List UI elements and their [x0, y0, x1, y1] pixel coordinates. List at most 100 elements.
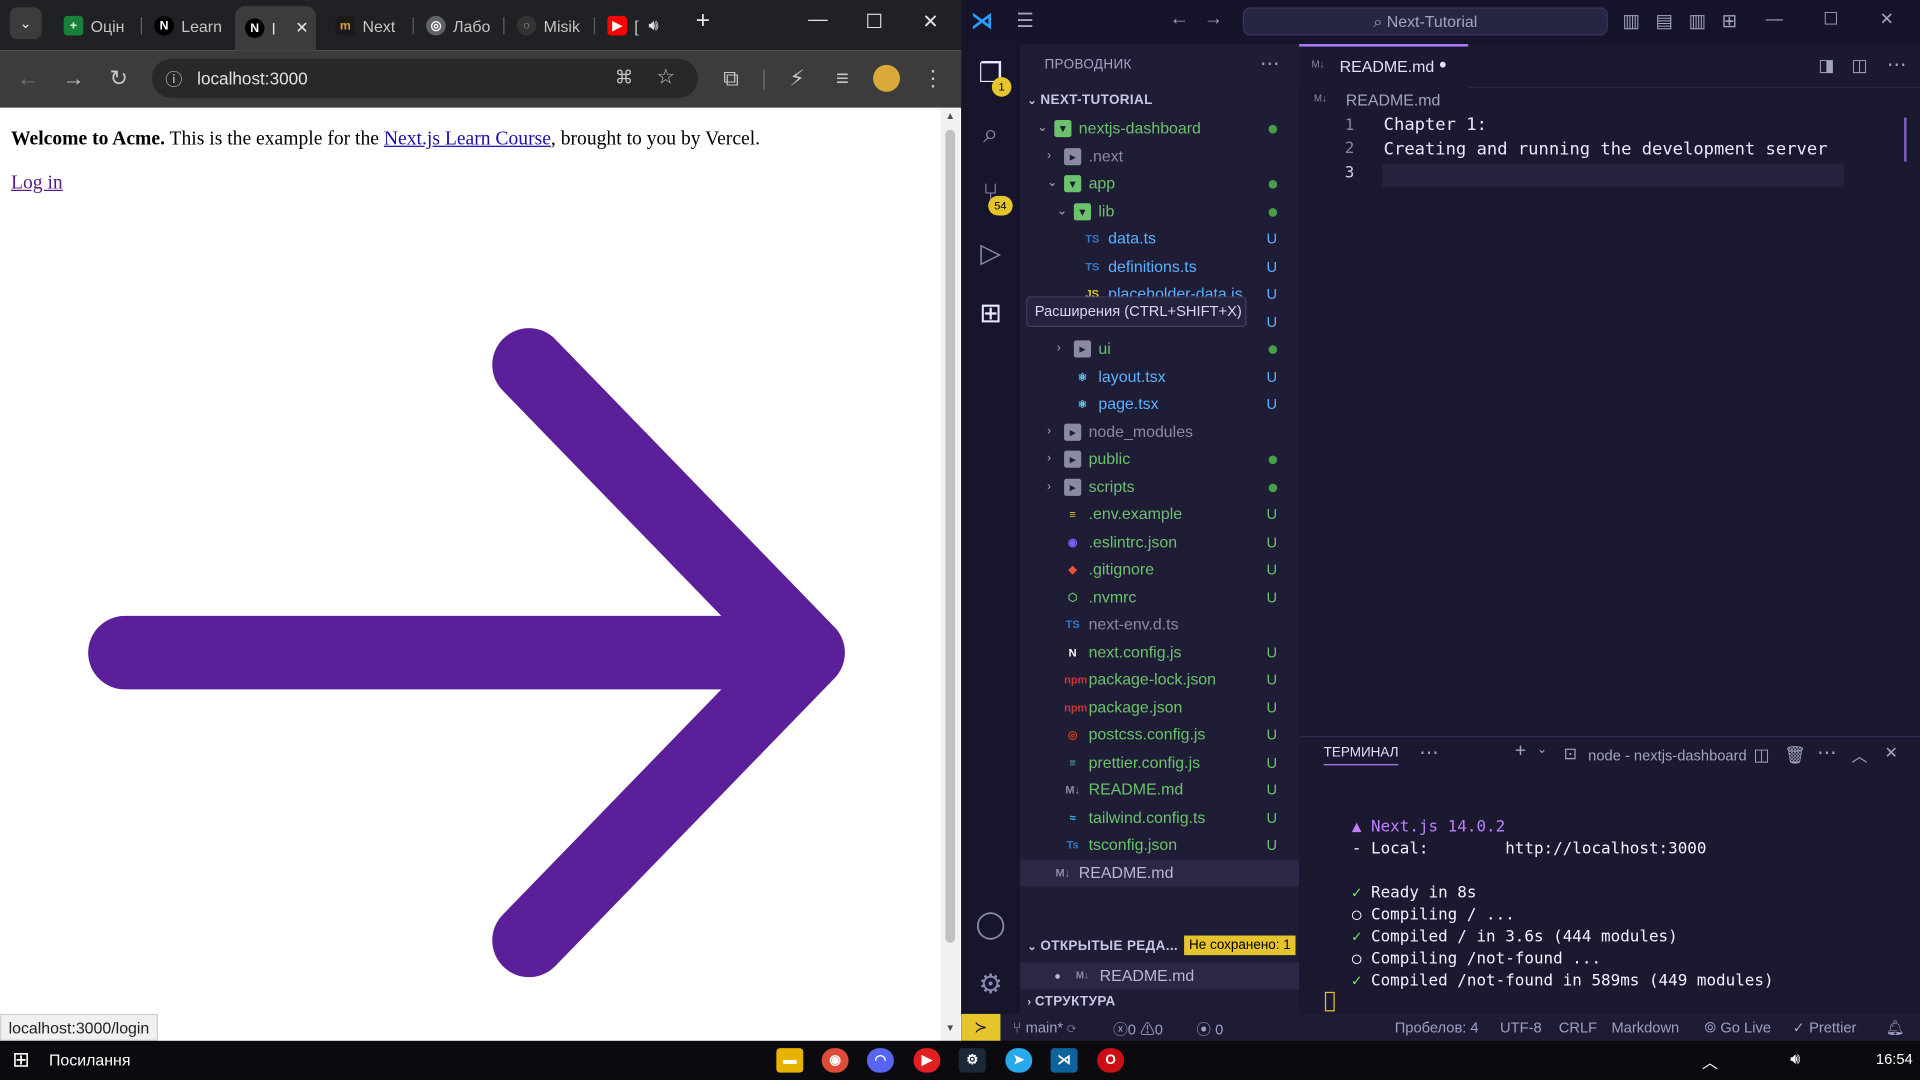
course-link[interactable]: Next.js Learn Course	[384, 129, 551, 150]
page-scrollbar[interactable]: ▲ ▼	[940, 107, 961, 1041]
language-indicator[interactable]: Markdown	[1611, 1019, 1679, 1036]
chevron-down-icon[interactable]: ⌄	[1537, 743, 1547, 756]
search-icon[interactable]: ⌕	[973, 116, 1007, 150]
unsaved-dot-icon[interactable]: ●	[1439, 58, 1447, 73]
chevron-right-icon[interactable]: ›	[1047, 473, 1051, 500]
close-window-icon[interactable]: ✕	[1880, 9, 1894, 30]
chevron-down-icon[interactable]: ⌄	[1057, 198, 1067, 225]
site-info-icon[interactable]: ⓘ	[165, 67, 182, 91]
tree-item[interactable]: › ▸ scripts	[1020, 473, 1299, 500]
tree-item[interactable]: M↓ README.md	[1020, 858, 1300, 886]
close-tab-icon[interactable]: ✕	[295, 18, 308, 38]
tree-item[interactable]: ◉ .eslintrc.json U	[1020, 528, 1299, 555]
toggle-secondary-sidebar-icon[interactable]: ▥	[1689, 10, 1706, 32]
browser-tab[interactable]: N Learn	[144, 9, 232, 43]
code-line[interactable]: Creating and running the development ser…	[1384, 140, 1828, 160]
toggle-panel-icon[interactable]: ▤	[1656, 10, 1673, 32]
tree-item[interactable]: › ▸ .next	[1020, 143, 1299, 170]
run-debug-icon[interactable]: ▷	[973, 236, 1007, 270]
split-editor-icon[interactable]: ◫	[1851, 55, 1867, 76]
arrow-right-icon[interactable]	[73, 316, 869, 989]
chevron-right-icon[interactable]: ›	[1047, 143, 1051, 170]
problems-indicator[interactable]: ⓧ0 ⚠0	[1113, 1019, 1163, 1040]
address-bar[interactable]: ⓘ localhost:3000 ⌘ ☆	[151, 58, 698, 98]
browser-tab[interactable]: + Оцін	[54, 9, 143, 43]
split-terminal-icon[interactable]: ◫	[1753, 744, 1769, 765]
eol-indicator[interactable]: CRLF	[1559, 1019, 1597, 1036]
volume-icon[interactable]: 🔊︎	[1790, 1049, 1800, 1069]
panel-more-icon[interactable]: ⋯	[1419, 741, 1439, 765]
manage-gear-icon[interactable]: ⚙︎	[973, 967, 1007, 1001]
indentation-indicator[interactable]: Пробелов: 4	[1395, 1019, 1479, 1036]
chevron-right-icon[interactable]: ›	[1057, 336, 1061, 363]
terminal-more-icon[interactable]: ⋯	[1817, 741, 1837, 765]
taskbar-search-label[interactable]: Посилання	[49, 1051, 131, 1069]
outline-section[interactable]: › СТРУКТУРА	[1027, 994, 1115, 1009]
vscode-taskbar-icon[interactable]: ⋊	[1050, 1048, 1078, 1073]
minimap-slider[interactable]	[1904, 117, 1907, 162]
tree-item[interactable]: TS next-env.d.ts	[1020, 611, 1299, 638]
tree-item[interactable]: ≡ prettier.config.js U	[1020, 749, 1299, 776]
media-player-icon[interactable]: ▶	[913, 1048, 941, 1073]
performance-icon[interactable]: ⚡︎	[782, 65, 811, 92]
tree-item[interactable]: ⌄ ▾ nextjs-dashboard	[1020, 115, 1299, 142]
scrollbar-thumb[interactable]	[945, 129, 956, 943]
back-icon[interactable]: ←	[13, 65, 42, 92]
close-panel-icon[interactable]: ✕	[1885, 743, 1898, 763]
remote-indicator-icon[interactable]: ≻	[961, 1013, 1001, 1041]
telegram-icon[interactable]: ➤	[1005, 1048, 1033, 1073]
tree-item[interactable]: npm package-lock.json U	[1020, 666, 1299, 693]
menu-hamburger-icon[interactable]: ☰	[1016, 9, 1034, 33]
nav-forward-icon[interactable]: →	[1204, 9, 1224, 31]
explorer-more-icon[interactable]: ⋯	[1260, 51, 1280, 75]
chrome-icon[interactable]: ◉	[821, 1048, 849, 1073]
extensions-icon[interactable]: ⧉	[716, 65, 745, 92]
opera-icon[interactable]: O	[1097, 1048, 1125, 1073]
browser-tab[interactable]: m Next	[326, 9, 414, 43]
windows-start-icon[interactable]: ⊞	[12, 1048, 29, 1072]
menu-kebab-icon[interactable]: ⋮	[918, 65, 947, 92]
tree-item[interactable]: TS definitions.ts U	[1020, 253, 1299, 280]
golive-button[interactable]: ⦾ Go Live	[1705, 1019, 1771, 1037]
login-link[interactable]: Log in	[11, 173, 63, 194]
discord-icon[interactable]: ◠	[866, 1048, 894, 1073]
editor-more-icon[interactable]: ⋯	[1887, 53, 1907, 77]
minimize-icon[interactable]: —	[803, 10, 832, 32]
minimize-icon[interactable]: —	[1766, 9, 1783, 29]
encoding-indicator[interactable]: UTF-8	[1500, 1019, 1542, 1036]
tree-item[interactable]: Ts tsconfig.json U	[1020, 831, 1299, 858]
scroll-down-icon[interactable]: ▼	[945, 1022, 955, 1033]
tree-item[interactable]: ⬡ .nvmrc U	[1020, 583, 1299, 610]
breadcrumb[interactable]: README.md	[1346, 91, 1441, 109]
scroll-up-icon[interactable]: ▲	[945, 110, 955, 121]
tree-item[interactable]: Nnext.config.js U	[1020, 639, 1299, 666]
media-control-icon[interactable]: ≡	[828, 65, 857, 92]
tree-item[interactable]: ≡ .env.example U	[1020, 501, 1299, 528]
tree-item[interactable]: ≈ tailwind.config.ts U	[1020, 804, 1299, 831]
tree-item[interactable]: ◎ postcss.config.js U	[1020, 721, 1299, 748]
tab-search-chevron-icon[interactable]: ⌄	[9, 7, 42, 40]
ports-indicator[interactable]: ⦿ 0	[1196, 1019, 1223, 1040]
close-window-icon[interactable]: ✕	[916, 10, 945, 34]
toggle-sidebar-icon[interactable]: ▥	[1622, 10, 1639, 32]
browser-tab[interactable]: ○ Misik	[507, 9, 596, 43]
reload-icon[interactable]: ↻	[104, 65, 133, 92]
bookmark-star-icon[interactable]: ☆	[656, 65, 675, 89]
tray-chevron-icon[interactable]: ︿	[1702, 1049, 1718, 1072]
tree-item[interactable]: › ▸ ui	[1020, 336, 1299, 363]
tree-item[interactable]: ⚛ page.tsx U	[1020, 391, 1299, 418]
customize-layout-icon[interactable]: ⊞	[1722, 10, 1737, 32]
accounts-icon[interactable]: ◯	[973, 907, 1007, 941]
forward-icon[interactable]: →	[59, 65, 88, 92]
browser-tab[interactable]: ▶ [ 🔊︎	[598, 9, 686, 43]
notifications-bell-icon[interactable]: 🔔︎	[1886, 1019, 1905, 1036]
tree-item[interactable]: TS data.ts U	[1020, 225, 1299, 252]
clock[interactable]: 16:54	[1876, 1051, 1913, 1068]
url-text[interactable]: localhost:3000	[197, 69, 308, 89]
translate-icon[interactable]: ⌘	[615, 66, 633, 88]
maximize-icon[interactable]: ☐	[860, 10, 889, 34]
profile-avatar[interactable]	[873, 64, 901, 92]
chevron-right-icon[interactable]: ›	[1047, 446, 1051, 473]
tree-item[interactable]: ⚛ layout.tsx U	[1020, 363, 1299, 390]
terminal-instance-label[interactable]: node - nextjs-dashboard	[1588, 747, 1746, 764]
